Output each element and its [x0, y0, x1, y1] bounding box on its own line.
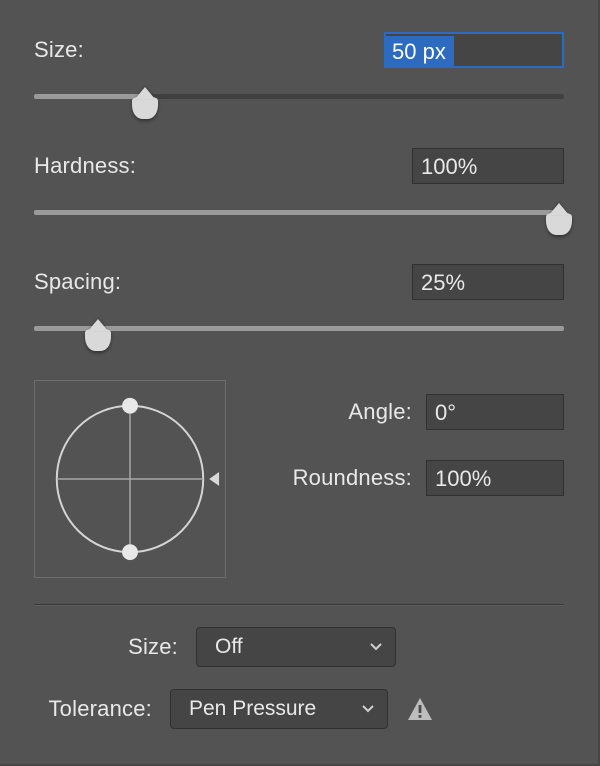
angle-roundness-svg: [35, 381, 225, 577]
spacing-thumb[interactable]: [85, 329, 111, 351]
angle-label: Angle:: [282, 399, 412, 425]
dynamic-size-select[interactable]: Off: [196, 627, 396, 667]
size-thumb[interactable]: [132, 97, 158, 119]
size-label: Size:: [34, 37, 84, 63]
size-track-fill: [34, 94, 145, 99]
roundness-handle-top: [122, 398, 138, 414]
angle-roundness-widget[interactable]: [34, 380, 226, 578]
angle-arrow-icon: [209, 472, 219, 486]
tolerance-value: Pen Pressure: [189, 697, 316, 720]
size-row: Size: 50 px: [34, 32, 564, 68]
roundness-handle-bottom: [122, 544, 138, 560]
spacing-slider[interactable]: [34, 318, 564, 352]
angle-roundness-fields: Angle: 0° Roundness: 100%: [250, 380, 564, 496]
chevron-down-icon: [361, 690, 375, 728]
hardness-track: [34, 210, 564, 215]
hardness-label: Hardness:: [34, 153, 136, 179]
dynamic-size-label: Size:: [60, 634, 178, 660]
roundness-field-row: Roundness: 100%: [250, 460, 564, 496]
angle-field-row: Angle: 0°: [250, 394, 564, 430]
angle-roundness-row: Angle: 0° Roundness: 100%: [34, 380, 564, 578]
angle-input[interactable]: 0°: [426, 394, 564, 430]
size-slider[interactable]: [34, 86, 564, 120]
tolerance-row: Tolerance: Pen Pressure: [34, 689, 564, 729]
roundness-input[interactable]: 100%: [426, 460, 564, 496]
chevron-down-icon: [369, 628, 383, 666]
dynamic-size-row: Size: Off: [34, 627, 564, 667]
tolerance-select[interactable]: Pen Pressure: [170, 689, 388, 729]
size-input[interactable]: 50 px: [384, 32, 564, 68]
spacing-label: Spacing:: [34, 269, 121, 295]
spacing-row: Spacing: 25%: [34, 264, 564, 300]
dynamic-size-value: Off: [215, 635, 243, 658]
roundness-label: Roundness:: [282, 465, 412, 491]
brush-tip-panel: Size: 50 px Hardness: 100% Spacing: 25%: [0, 0, 598, 729]
hardness-thumb[interactable]: [546, 213, 572, 235]
spacing-track: [34, 326, 564, 331]
hardness-row: Hardness: 100%: [34, 148, 564, 184]
hardness-slider[interactable]: [34, 202, 564, 236]
warning-icon: [406, 696, 434, 722]
size-track: [34, 94, 564, 99]
section-divider: [34, 604, 564, 605]
spacing-input[interactable]: 25%: [412, 264, 564, 300]
hardness-input[interactable]: 100%: [412, 148, 564, 184]
tolerance-label: Tolerance:: [34, 696, 152, 722]
size-value-selected: 50 px: [386, 36, 454, 68]
